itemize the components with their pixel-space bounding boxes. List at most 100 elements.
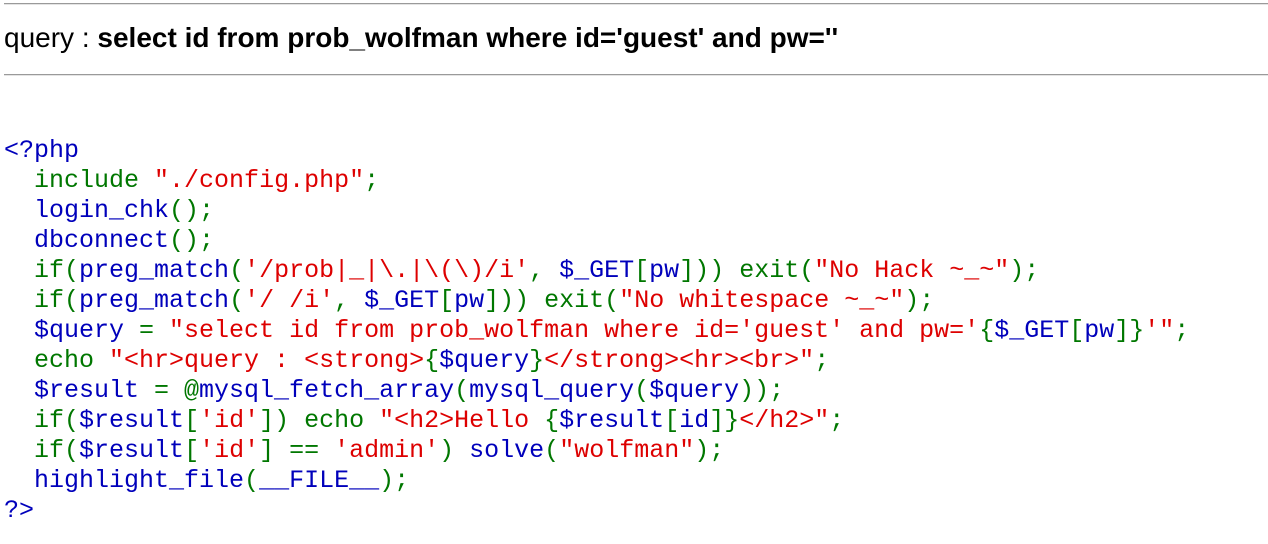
code-token: if( [34,436,80,465]
code-token: ); [379,466,410,495]
code-line: $result = @mysql_fetch_array(mysql_query… [4,376,1189,406]
code-token: ; [1174,316,1190,345]
code-token: ]) echo [259,406,380,435]
code-token: { [544,406,560,435]
code-token: ); [1009,256,1040,285]
code-token: ]} [709,406,740,435]
code-token: solve [469,436,545,465]
code-token: id [679,406,710,435]
code-token: mysql_fetch_array [199,376,455,405]
code-token: $query [4,316,140,345]
code-token: ] == [259,436,335,465]
php-source-code: <?php include "./config.php"; login_chk(… [4,136,1189,526]
code-line: echo "<hr>query : <strong>{$query}</stro… [4,346,1189,376]
code-token: ])) exit( [484,286,620,315]
code-token: if( [34,256,80,285]
code-line: if(preg_match('/ /i', $_GET[pw])) exit("… [4,286,1189,316]
code-line: if(preg_match('/prob|_|\.|\(\)/i', $_GET… [4,256,1189,286]
code-token: "./config.php" [154,166,365,195]
code-token: login_chk [4,196,170,225]
code-token: "No Hack ~_~" [814,256,1010,285]
code-token: ); [694,436,725,465]
code-token: [ [1069,316,1085,345]
code-token: [ [184,436,200,465]
code-token: = @ [154,376,200,405]
code-token: ( [544,436,560,465]
code-token: ]} [1114,316,1145,345]
code-token: )); [739,376,785,405]
code-token: ; [814,346,830,375]
code-token: ( [229,256,245,285]
horizontal-rule-bottom [4,74,1268,76]
horizontal-rule-top [4,3,1268,5]
code-line: highlight_file(__FILE__); [4,466,1189,496]
code-token: $result [559,406,665,435]
code-token: { [979,316,995,345]
code-token: '/prob|_|\.|\(\)/i' [244,256,530,285]
code-line: $query = "select id from prob_wolfman wh… [4,316,1189,346]
code-token: ( [244,466,260,495]
code-token: (); [169,226,215,255]
code-token: mysql_query [469,376,635,405]
code-token: } [529,346,545,375]
code-token: <?php [4,136,80,165]
code-token: "<hr>query : <strong> [109,346,425,375]
code-line: include "./config.php"; [4,166,1189,196]
code-line: dbconnect(); [4,226,1189,256]
code-token: ?> [4,496,35,525]
code-token: [ [634,256,650,285]
code-token: highlight_file [4,466,245,495]
code-token: echo [34,346,110,375]
code-token: , [334,286,365,315]
query-label: query : [4,22,98,53]
code-token: ( [229,286,245,315]
code-token: $result [4,376,155,405]
code-token: ( [454,376,470,405]
code-line: if($result['id'] == 'admin') solve("wolf… [4,436,1189,466]
code-token: if( [34,406,80,435]
code-token: (); [169,196,215,225]
code-token: $_GET [994,316,1070,345]
code-token: [ [439,286,455,315]
query-text: select id from prob_wolfman where id='gu… [97,22,839,53]
code-token: "wolfman" [559,436,695,465]
code-token: $_GET [364,286,440,315]
code-token: ; [829,406,845,435]
code-token: , [529,256,560,285]
code-token: preg_match [79,256,230,285]
code-token: { [424,346,440,375]
code-token: </strong><hr><br>" [544,346,815,375]
code-token: if( [34,286,80,315]
code-line: ?> [4,496,1189,526]
code-token: pw [1084,316,1115,345]
code-token: "select id from prob_wolfman where id='g… [169,316,980,345]
code-token: $query [649,376,740,405]
code-token: __FILE__ [259,466,380,495]
code-token: = [139,316,170,345]
code-token: $result [79,436,185,465]
code-token: 'admin' [334,436,440,465]
code-token: 'id' [199,406,260,435]
code-token: ])) exit( [679,256,815,285]
code-token: [ [184,406,200,435]
code-token: '/ /i' [244,286,335,315]
code-line: login_chk(); [4,196,1189,226]
code-token: ; [364,166,380,195]
code-token: "<h2>Hello [379,406,545,435]
code-token: preg_match [79,286,230,315]
code-token: [ [664,406,680,435]
code-line: if($result['id']) echo "<h2>Hello {$resu… [4,406,1189,436]
code-token: '" [1144,316,1175,345]
code-token: $query [439,346,530,375]
code-token: include [34,166,155,195]
code-token: ( [634,376,650,405]
code-token: dbconnect [4,226,170,255]
code-token: ) [439,436,470,465]
code-token: "No whitespace ~_~" [619,286,905,315]
